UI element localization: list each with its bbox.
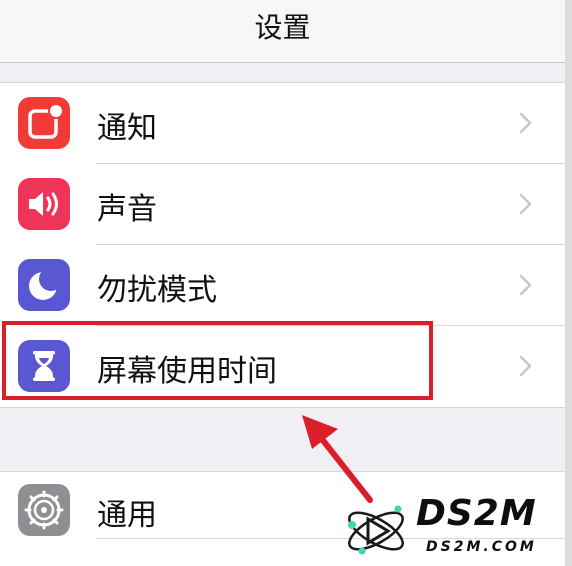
gear-icon [18,484,70,536]
settings-row-label: 声音 [97,192,157,227]
atom-logo-icon [348,505,404,555]
settings-screen: 设置 通知 声音 勿扰模式 屏幕使用时间 通用 DS2M DS2M.COM [0,0,572,566]
settings-row-label: 通知 [97,111,157,146]
sound-icon [18,178,70,230]
settings-row-notifications[interactable]: 通知 [0,83,565,164]
watermark: DS2M DS2M.COM [340,493,565,566]
notifications-icon [18,97,70,149]
page-title: 设置 [254,11,311,44]
chevron-right-icon [513,192,537,216]
watermark-site: DS2M.COM [426,539,537,555]
moon-icon [18,259,70,311]
watermark-brand: DS2M [416,493,537,534]
settings-row-label: 通用 [97,498,157,533]
chevron-right-icon [513,111,537,135]
chevron-right-icon [513,354,537,378]
settings-row-do-not-disturb[interactable]: 勿扰模式 [0,245,565,326]
settings-row-sounds[interactable]: 声音 [0,164,565,245]
navigation-bar: 设置 [0,0,565,63]
settings-row-label: 勿扰模式 [97,273,217,308]
screen-edge [565,0,572,566]
screen-time-highlight-box [2,321,433,400]
chevron-right-icon [513,273,537,297]
